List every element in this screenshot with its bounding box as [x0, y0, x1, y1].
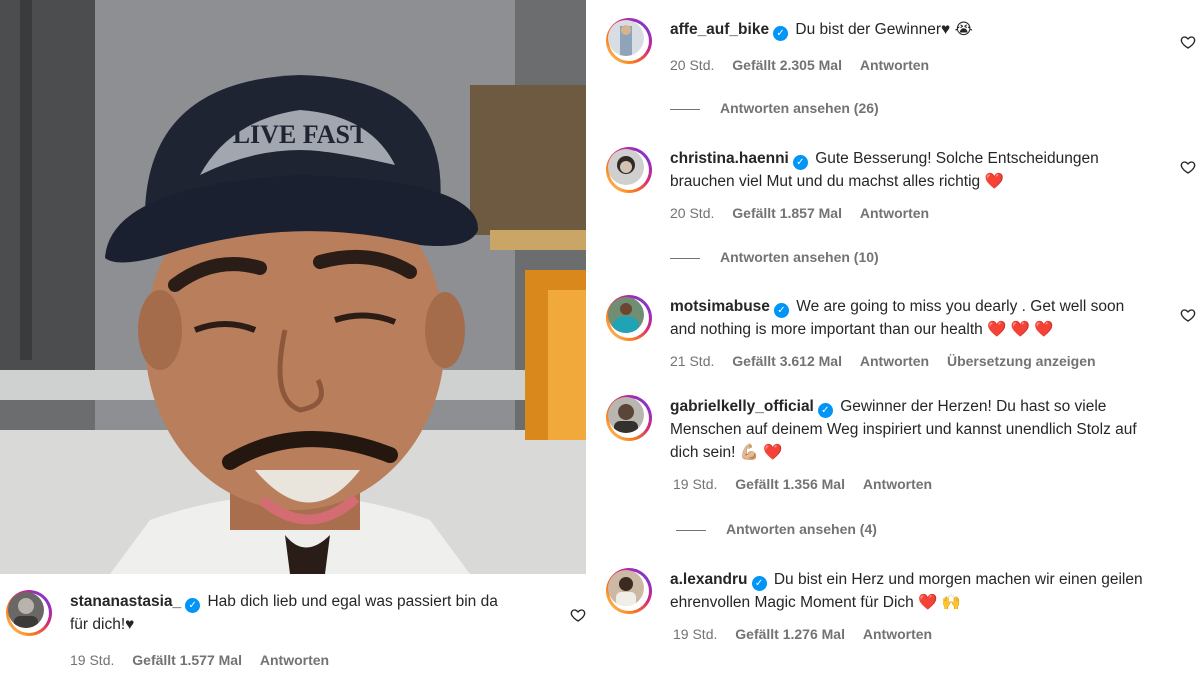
view-replies-button[interactable]: Antworten ansehen (26) [670, 100, 879, 116]
comment-emoji: 💪🏼 ❤️ [739, 444, 783, 461]
comment-meta: 20 Std. Gefällt 2.305 Mal Antworten [670, 57, 943, 73]
video-frame[interactable]: LIVE FAST [0, 0, 586, 574]
reply-button[interactable]: Antworten [860, 353, 929, 369]
like-count[interactable]: Gefällt 3.612 Mal [732, 353, 842, 369]
reply-button[interactable]: Antworten [860, 205, 929, 221]
verified-badge-icon: ✓ [185, 598, 201, 613]
comment-emoji: ❤️ [984, 173, 1004, 190]
comment-emoji: ❤️ ❤️ ❤️ [987, 321, 1054, 338]
heart-outline-icon[interactable] [570, 607, 586, 623]
translate-button[interactable]: Übersetzung anzeigen [947, 353, 1096, 369]
comment-meta: 19 Std. Gefällt 1.276 Mal Antworten [673, 626, 946, 642]
comment-body: affe_auf_bike ✓ Du bist der Gewinner♥ 😭 [670, 18, 1150, 41]
timestamp: 20 Std. [670, 57, 715, 73]
divider-line [670, 257, 700, 259]
verified-badge-icon: ✓ [773, 26, 789, 41]
comment-text-line1: Hab dich lieb und egal was passiert bin … [207, 593, 498, 610]
avatar[interactable] [6, 590, 52, 636]
timestamp: 19 Std. [673, 626, 718, 642]
verified-badge-icon: ✓ [817, 403, 833, 418]
avatar[interactable] [606, 147, 652, 193]
view-replies-label: Antworten ansehen (26) [720, 100, 879, 116]
username[interactable]: stananastasia_ [70, 593, 181, 610]
reply-button[interactable]: Antworten [260, 652, 329, 668]
avatar[interactable] [606, 18, 652, 64]
reply-button[interactable]: Antworten [863, 626, 932, 642]
avatar[interactable] [606, 395, 652, 441]
comment-emoji: 😭 [954, 21, 973, 38]
verified-badge-icon: ✓ [773, 303, 789, 318]
verified-badge-icon: ✓ [792, 155, 808, 170]
like-count[interactable]: Gefällt 1.857 Mal [732, 205, 842, 221]
like-count[interactable]: Gefällt 1.276 Mal [735, 626, 845, 642]
comment-body: gabrielkelly_official ✓ Gewinner der Herz… [670, 395, 1152, 464]
divider-line [676, 529, 706, 531]
username[interactable]: motsimabuse [670, 298, 770, 315]
comment-meta: 19 Std. Gefällt 1.356 Mal Antworten [673, 476, 946, 492]
verified-badge-icon: ✓ [751, 576, 767, 591]
comment-emoji: ❤️ 🙌 [918, 594, 962, 611]
like-count[interactable]: Gefällt 1.356 Mal [735, 476, 845, 492]
comment-body: stananastasia_ ✓ Hab dich lieb und egal w… [70, 590, 540, 636]
heart-outline-icon[interactable] [1180, 159, 1196, 175]
comment-meta: 20 Std. Gefällt 1.857 Mal Antworten [670, 205, 943, 221]
video-still: LIVE FAST [0, 0, 586, 574]
like-count[interactable]: Gefällt 2.305 Mal [732, 57, 842, 73]
username[interactable]: gabrielkelly_official [670, 398, 814, 415]
timestamp: 21 Std. [670, 353, 715, 369]
comment-text-line2: für dich!♥ [70, 616, 135, 633]
comment-body: christina.haenni ✓ Gute Besserung! Solche… [670, 147, 1150, 193]
comment-body: a.lexandru ✓ Du bist ein Herz und morgen … [670, 568, 1152, 614]
timestamp: 20 Std. [670, 205, 715, 221]
heart-outline-icon[interactable] [1180, 307, 1196, 323]
timestamp: 19 Std. [70, 652, 115, 668]
view-replies-label: Antworten ansehen (4) [726, 521, 877, 537]
comment-body: motsimabuse ✓ We are going to miss you de… [670, 295, 1150, 341]
username[interactable]: christina.haenni [670, 150, 789, 167]
timestamp: 19 Std. [673, 476, 718, 492]
view-replies-label: Antworten ansehen (10) [720, 249, 879, 265]
avatar[interactable] [606, 295, 652, 341]
heart-outline-icon[interactable] [1180, 34, 1196, 50]
reply-button[interactable]: Antworten [860, 57, 929, 73]
instagram-comments-screenshot: LIVE FAST stananastasia_ ✓ Hab dich lieb … [0, 0, 1200, 675]
avatar[interactable] [606, 568, 652, 614]
reply-button[interactable]: Antworten [863, 476, 932, 492]
username[interactable]: a.lexandru [670, 571, 748, 588]
view-replies-button[interactable]: Antworten ansehen (10) [670, 249, 879, 265]
view-replies-button[interactable]: Antworten ansehen (4) [676, 521, 877, 537]
username[interactable]: affe_auf_bike [670, 21, 769, 38]
comment-meta: 19 Std. Gefällt 1.577 Mal Antworten [70, 652, 343, 668]
comment-meta: 21 Std. Gefällt 3.612 Mal Antworten Über… [670, 353, 1110, 369]
like-count[interactable]: Gefällt 1.577 Mal [132, 652, 242, 668]
divider-line [670, 108, 700, 110]
cap-text: LIVE FAST [233, 120, 368, 149]
comment-text: Du bist der Gewinner♥ [795, 21, 951, 38]
